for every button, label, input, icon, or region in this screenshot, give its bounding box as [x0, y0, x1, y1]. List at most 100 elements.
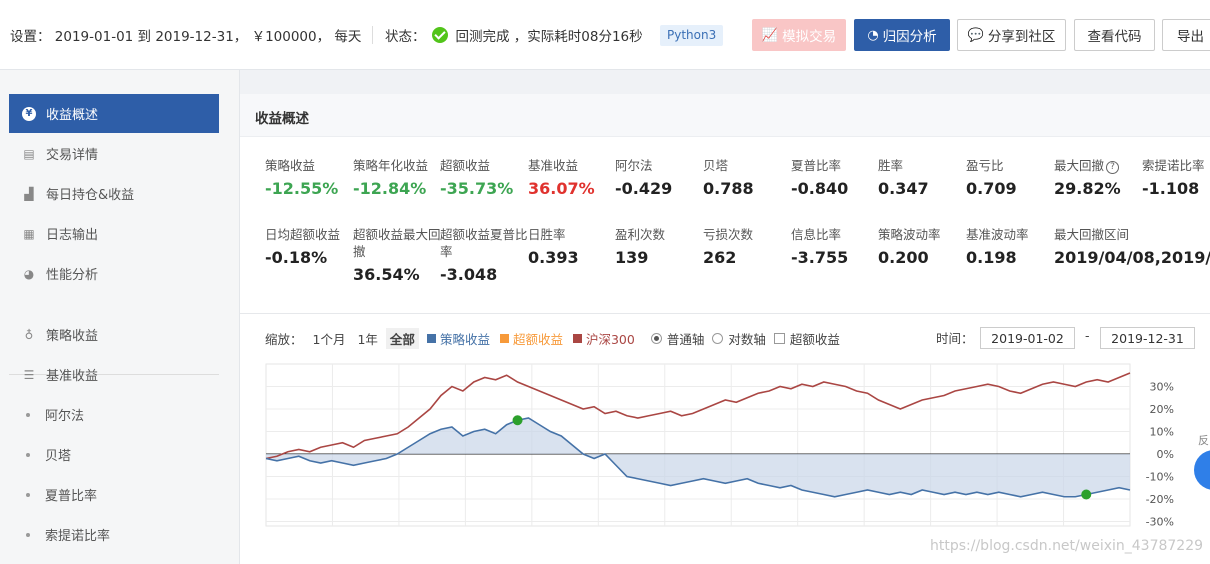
list-icon: ▤: [23, 146, 35, 161]
sidebar-item-log-output[interactable]: ▦ 日志输出: [9, 214, 219, 253]
simulate-trade-label: 模拟交易: [782, 29, 837, 45]
sidebar-item-label: 阿尔法: [45, 409, 85, 424]
metric-strategy-volatility: 策略波动率 0.200: [878, 226, 966, 267]
start-date-input[interactable]: 2019-01-02: [980, 327, 1075, 349]
metric-loss-count: 亏损次数 262: [703, 226, 791, 267]
python-badge: Python3: [660, 25, 724, 46]
status-label: 状态：: [385, 29, 426, 45]
checkbox-icon: [773, 333, 785, 344]
metric-value: 0.709: [966, 179, 1017, 198]
chart-toolbar: 缩放： 1个月 1年 全部 策略收益 超额收益 沪深300 普通轴 对数轴 超额…: [265, 328, 840, 349]
metric-alpha: 阿尔法 -0.429: [615, 157, 703, 198]
excess-return-checkbox[interactable]: 超额收益: [773, 329, 840, 348]
date-separator: -: [1085, 328, 1090, 343]
sidebar-item-benchmark-return[interactable]: ☰ 基准收益: [9, 355, 219, 394]
metric-benchmark-return: 基准收益 36.07%: [528, 157, 616, 198]
divider: [372, 26, 373, 44]
bullet-icon: [26, 412, 30, 417]
help-icon[interactable]: ?: [1106, 161, 1120, 174]
zoom-all[interactable]: 全部: [385, 328, 419, 349]
sidebar-item-alpha[interactable]: 阿尔法: [9, 395, 219, 434]
legend-benchmark[interactable]: 沪深300: [572, 329, 635, 348]
metric-label: 夏普比率: [791, 158, 842, 173]
watermark: https://blog.csdn.net/weixin_43787229: [930, 538, 1204, 554]
simulate-trade-button[interactable]: 📈 模拟交易: [752, 19, 846, 51]
metric-label: 日胜率: [528, 227, 566, 242]
y-tick-label: 20%: [1150, 403, 1174, 416]
export-label: 导出: [1177, 29, 1204, 45]
metric-label: 超额收益最大回撤: [353, 227, 441, 259]
metric-label: 策略年化收益: [353, 158, 429, 173]
sidebar-item-strategy-return[interactable]: ♁ 策略收益: [9, 315, 219, 354]
panel-title: 收益概述: [255, 111, 309, 127]
edge-label: 反: [1198, 434, 1209, 447]
metric-value: 0.393: [528, 248, 579, 267]
metric-value: -0.18%: [265, 248, 328, 267]
metric-value: 36.54%: [353, 265, 420, 284]
y-tick-label: -30%: [1146, 516, 1174, 529]
axis-linear-radio[interactable]: 普通轴: [650, 329, 705, 348]
zoom-1-month[interactable]: 1个月: [309, 328, 350, 349]
metric-excess-sharpe: 超额收益夏普比率 -3.048: [440, 226, 528, 284]
floating-widget[interactable]: [1194, 450, 1210, 490]
export-button[interactable]: 导出: [1162, 19, 1210, 51]
return-chart[interactable]: 30% 20% 10% 0% -10% -20% -30%: [260, 360, 1195, 530]
metric-strategy-return: 策略收益 -12.55%: [265, 157, 353, 198]
sidebar-item-sortino[interactable]: 索提诺比率: [9, 515, 219, 554]
legend-excess[interactable]: 超额收益: [499, 329, 563, 348]
y-tick-label: -20%: [1146, 493, 1174, 506]
legend-swatch: [499, 334, 509, 343]
sidebar-item-performance[interactable]: ◕ 性能分析: [9, 254, 219, 293]
metric-excess-max-drawdown: 超额收益最大回撤 36.54%: [353, 226, 441, 284]
metric-excess-return: 超额收益 -35.73%: [440, 157, 528, 198]
drawdown-marker: [512, 415, 523, 426]
metric-value: 262: [703, 248, 737, 267]
bullet-icon: [26, 492, 30, 497]
top-bar: 设置： 2019-01-01 到 2019-12-31， ￥100000， 每天…: [0, 0, 1210, 70]
sidebar: ¥ 收益概述 ▤ 交易详情 ▟ 每日持仓&收益 ▦ 日志输出 ◕ 性能分析 ♁ …: [0, 70, 240, 564]
legend-strategy[interactable]: 策略收益: [426, 329, 490, 348]
database-icon: ☰: [23, 367, 35, 382]
plot-border: [265, 363, 1131, 527]
metric-value: -1.108: [1142, 179, 1200, 198]
legend-label: 超额收益: [512, 332, 563, 347]
sidebar-item-label: 贝塔: [45, 449, 72, 464]
metric-label: 超额收益: [440, 158, 491, 173]
sidebar-item-daily-positions[interactable]: ▟ 每日持仓&收益: [9, 174, 219, 213]
sidebar-item-trade-details[interactable]: ▤ 交易详情: [9, 134, 219, 173]
zoom-1-year[interactable]: 1年: [353, 328, 381, 349]
lightbulb-icon: ♁: [24, 327, 34, 342]
bar-chart-icon: ▟: [24, 186, 34, 201]
sidebar-item-beta[interactable]: 贝塔: [9, 435, 219, 474]
divider: [240, 313, 1210, 314]
view-code-button[interactable]: 查看代码: [1074, 19, 1155, 51]
metric-label: 贝塔: [703, 158, 729, 173]
sidebar-item-return-overview[interactable]: ¥ 收益概述: [9, 94, 219, 133]
status-text: 回测完成 ，实际耗时08分16秒: [455, 29, 643, 45]
sidebar-item-label: 日志输出: [46, 228, 99, 243]
metric-label: 索提诺比率: [1142, 158, 1205, 173]
metric-value: -12.84%: [353, 179, 427, 198]
sidebar-item-sharpe[interactable]: 夏普比率: [9, 475, 219, 514]
metric-win-rate: 胜率 0.347: [878, 157, 966, 198]
sidebar-item-label: 索提诺比率: [45, 529, 111, 544]
metric-value: 36.07%: [528, 179, 595, 198]
share-label: 分享到社区: [987, 29, 1056, 45]
strategy-area: [266, 418, 1130, 497]
metric-value: 0.347: [878, 179, 929, 198]
pie-chart-icon: ◔: [867, 27, 879, 43]
y-tick-label: 10%: [1150, 426, 1174, 439]
metric-sortino: 索提诺比率 -1.108: [1142, 157, 1210, 198]
metric-value: -0.429: [615, 179, 673, 198]
panel-header: 收益概述: [240, 94, 1210, 137]
radio-label: 普通轴: [666, 332, 705, 347]
end-date-input[interactable]: 2019-12-31: [1100, 327, 1195, 349]
legend-swatch: [572, 334, 582, 343]
share-community-button[interactable]: 💬 分享到社区: [957, 19, 1066, 51]
attribution-button[interactable]: ◔ 归因分析: [854, 19, 950, 51]
metric-label: 阿尔法: [615, 158, 653, 173]
metric-label: 基准波动率: [966, 227, 1029, 242]
radio-icon: [650, 333, 662, 344]
zoom-label: 缩放：: [265, 332, 303, 347]
axis-log-radio[interactable]: 对数轴: [712, 329, 766, 348]
